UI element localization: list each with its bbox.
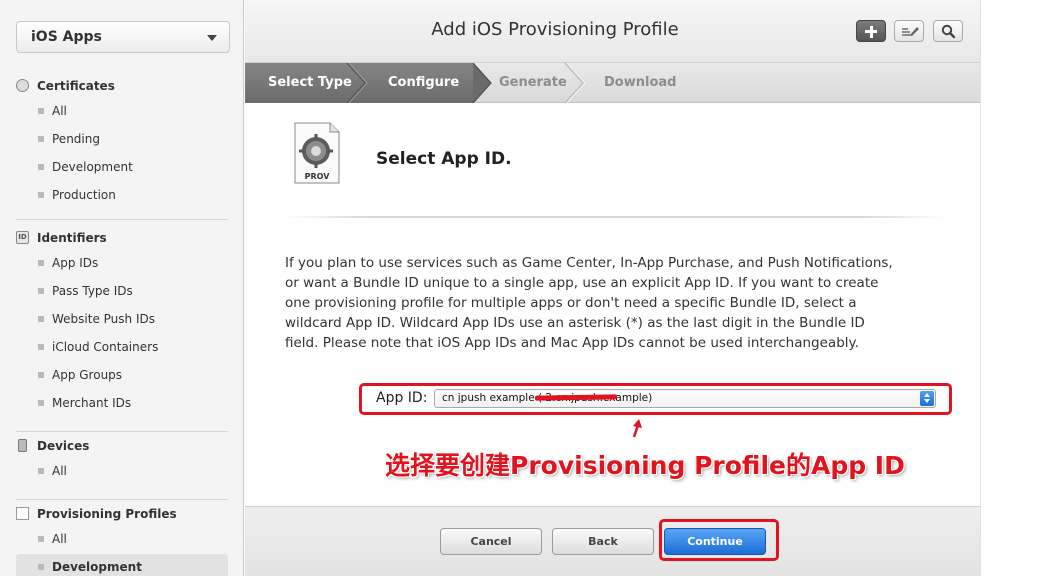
bullet-icon [38,164,44,170]
right-margin [980,0,1042,576]
step-generate: Generate [499,75,567,90]
sidebar-item-label: Merchant IDs [52,396,132,410]
sidebar-section-provisioning-profiles: Provisioning Profiles All Development [16,504,228,576]
bullet-icon [38,564,44,570]
sidebar-item-label: Pending [52,132,100,146]
sidebar-section-title: Provisioning Profiles [37,507,177,521]
prov-icon-label: PROV [305,172,331,181]
sidebar-section-identifiers: ID Identifiers App IDs Pass Type IDs Web… [16,228,228,418]
edit-button[interactable] [894,20,924,42]
sidebar-item-certificates-pending[interactable]: Pending [16,126,228,154]
bullet-icon [38,288,44,294]
cancel-button[interactable]: Cancel [440,528,542,555]
annotation-text: 选择要创建Provisioning Profile的App ID [385,451,905,480]
page-title: Add iOS Provisioning Profile [431,19,679,40]
id-badge-icon: ID [16,231,29,244]
app-id-select[interactable]: cn jpush example ( 2.cn.jpush.example) [434,389,936,408]
bullet-icon [38,108,44,114]
sidebar-item-icloud-containers[interactable]: iCloud Containers [16,334,228,362]
back-button[interactable]: Back [552,528,654,555]
select-stepper-icon [920,391,934,406]
sidebar-section-header[interactable]: Certificates [16,76,228,98]
description-text: If you plan to use services such as Game… [285,255,893,351]
device-icon [18,439,27,452]
sidebar-divider [16,219,228,220]
sidebar-item-label: App Groups [52,368,123,382]
profile-document-icon [16,507,29,520]
sidebar-section-header[interactable]: Provisioning Profiles [16,504,228,526]
sidebar-item-website-push-ids[interactable]: Website Push IDs [16,306,228,334]
sidebar-item-label: All [52,532,67,546]
platform-dropdown-label: iOS Apps [31,29,102,45]
platform-dropdown[interactable]: iOS Apps [16,21,230,53]
sidebar: iOS Apps Certificates All Pending Develo… [0,0,244,576]
provisioning-profile-icon: PROV [294,122,340,184]
sidebar-section-header[interactable]: ID Identifiers [16,228,228,250]
sidebar-item-app-ids[interactable]: App IDs [16,250,228,278]
sidebar-item-pass-type-ids[interactable]: Pass Type IDs [16,278,228,306]
sidebar-item-label: Website Push IDs [52,312,155,326]
sidebar-section-title: Certificates [37,79,115,93]
sidebar-divider [16,499,228,500]
sidebar-item-label: Production [52,188,116,202]
bullet-icon [38,372,44,378]
sidebar-item-app-groups[interactable]: App Groups [16,362,228,390]
bullet-icon [38,468,44,474]
app-id-highlight-box: App ID: cn jpush example ( 2.cn.jpush.ex… [359,383,952,415]
sidebar-divider [16,431,228,432]
sidebar-item-label: Pass Type IDs [52,284,133,298]
sidebar-item-merchant-ids[interactable]: Merchant IDs [16,390,228,418]
sidebar-item-label: App IDs [52,256,99,270]
bullet-icon [38,344,44,350]
sidebar-section-title: Identifiers [37,231,107,245]
sidebar-section-devices: Devices All [16,436,228,486]
sidebar-item-label: iCloud Containers [52,340,159,354]
step-select-type: Select Type [268,75,352,90]
sidebar-item-profiles-development[interactable]: Development [16,554,228,576]
sidebar-item-certificates-all[interactable]: All [16,98,228,126]
page-header: Add iOS Provisioning Profile [245,0,980,63]
bullet-icon [38,400,44,406]
edit-icon [902,27,919,36]
sidebar-item-label: Development [52,160,133,174]
step-download: Download [604,75,677,90]
sidebar-item-label: Development [52,560,142,574]
sidebar-section-title: Devices [37,439,90,453]
chevron-down-icon [207,35,217,41]
sidebar-item-profiles-all[interactable]: All [16,526,228,554]
bullet-icon [38,316,44,322]
add-button[interactable] [856,20,886,42]
step-progress-bar: Select Type Configure Generate Download [245,63,980,103]
sidebar-item-devices-all[interactable]: All [16,458,228,486]
sidebar-section-certificates: Certificates All Pending Development Pro… [16,76,228,210]
search-button[interactable] [933,20,963,42]
sidebar-section-header[interactable]: Devices [16,436,228,458]
bullet-icon [38,136,44,142]
sidebar-item-label: All [52,104,67,118]
step-configure: Configure [388,75,460,90]
separator [285,216,945,218]
bullet-icon [38,192,44,198]
footer-bar: Cancel Back Continue [245,506,980,576]
section-title: Select App ID. [376,149,512,169]
plus-icon-stroke [869,25,873,38]
main-panel: Add iOS Provisioning Profile Select Type… [245,0,980,576]
search-icon [941,24,956,39]
app-id-label: App ID: [376,390,428,406]
bullet-icon [38,260,44,266]
bullet-icon [38,536,44,542]
arrow-up-icon [632,419,642,438]
sidebar-item-certificates-development[interactable]: Development [16,154,228,182]
continue-button[interactable]: Continue [664,528,766,555]
sidebar-item-certificates-production[interactable]: Production [16,182,228,210]
sidebar-item-label: All [52,464,67,478]
certificate-icon [16,79,29,92]
